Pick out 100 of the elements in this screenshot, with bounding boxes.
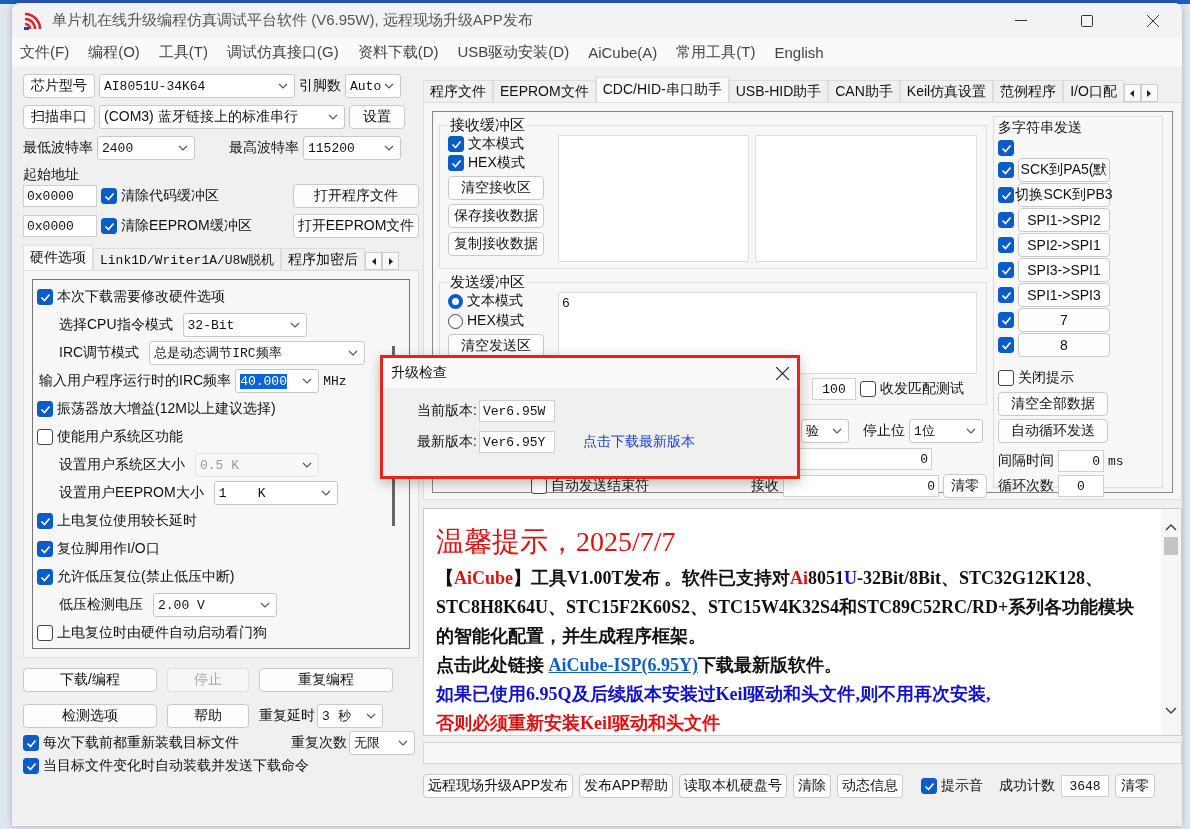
menu-item[interactable]: 工具(T) [158, 42, 208, 62]
menu-item[interactable]: 调试仿真接口(G) [227, 42, 339, 62]
button[interactable]: 扫描串口 [23, 105, 95, 129]
tab[interactable]: 程序文件 [423, 80, 493, 102]
button[interactable]: 打开EEPROM文件 [293, 214, 419, 238]
menu-item[interactable]: 编程(O) [88, 42, 140, 62]
checkbox[interactable]: 收发匹配测试 [860, 380, 964, 398]
checkbox[interactable] [998, 237, 1014, 253]
button[interactable]: 自动循环发送 [998, 419, 1108, 443]
tab[interactable]: 范例程序 [993, 80, 1064, 102]
button[interactable]: SPI1->SPI3 [1018, 283, 1110, 307]
button[interactable]: SPI1->SPI2 [1018, 208, 1110, 232]
checkbox[interactable]: HEX模式 [448, 154, 552, 172]
button[interactable]: 复制接收数据 [448, 232, 544, 256]
checkbox[interactable] [998, 187, 1014, 203]
scroll-left-icon[interactable] [365, 252, 383, 270]
dropdown[interactable]: 1 K [213, 481, 338, 505]
menu-item[interactable]: 资料下载(D) [357, 42, 439, 62]
checkbox[interactable]: 使能用户系统区功能 [37, 428, 183, 446]
button[interactable]: 8 [1018, 333, 1110, 357]
button[interactable]: 检测选项 [23, 704, 157, 728]
checkbox[interactable]: 关闭提示 [998, 369, 1074, 387]
button[interactable]: 清空接收区 [448, 176, 544, 200]
scrollbar-thumb[interactable] [1164, 537, 1178, 555]
button[interactable]: 保存接收数据 [448, 204, 544, 228]
input-field[interactable]: 0 [783, 475, 939, 497]
radio-button[interactable]: 文本模式 [448, 292, 552, 310]
scrollbar[interactable] [1161, 509, 1181, 735]
dropdown[interactable]: Auto [345, 74, 401, 98]
checkbox[interactable]: 当目标文件变化时自动装载并发送下载命令 [23, 757, 309, 775]
checkbox[interactable]: 本次下载需要修改硬件选项 [37, 288, 225, 306]
button[interactable]: SPI3->SPI1 [1018, 258, 1110, 282]
link[interactable]: AiCube-ISP(6.95Y) [548, 655, 698, 675]
link[interactable]: 点击下载最新版本 [582, 433, 695, 451]
checkbox[interactable] [998, 262, 1014, 278]
checkbox[interactable] [998, 212, 1014, 228]
checkbox[interactable]: 提示音 [921, 777, 984, 795]
button[interactable]: SPI2->SPI1 [1018, 233, 1110, 257]
dropdown[interactable]: 3 秒 [317, 704, 383, 728]
tab[interactable]: 硬件选项 [23, 245, 93, 270]
dropdown[interactable]: 2.00 V [153, 593, 277, 617]
tab[interactable]: USB-HID助手 [728, 80, 829, 102]
input-field[interactable]: 3648 [1061, 775, 1110, 797]
tab[interactable]: I/O口配 [1063, 80, 1124, 102]
checkbox[interactable] [998, 337, 1014, 353]
dropdown[interactable]: 无限 [349, 731, 415, 755]
button[interactable]: 打开程序文件 [293, 184, 419, 208]
tab[interactable]: Keil仿真设置 [899, 80, 994, 102]
input-field[interactable]: 0 [1058, 475, 1104, 497]
dropdown[interactable]: 2400 [97, 136, 195, 160]
button[interactable]: 7 [1018, 308, 1110, 332]
checkbox[interactable]: 振荡器放大增益(12M以上建议选择) [37, 400, 276, 418]
chevron-down-icon[interactable] [1165, 707, 1177, 715]
menu-item[interactable]: USB驱动安装(D) [457, 42, 570, 62]
button[interactable]: SCK到PA5(默 [1018, 158, 1110, 182]
dropdown[interactable]: 验 [801, 419, 849, 443]
menu-item[interactable]: 文件(F) [20, 42, 70, 62]
button[interactable]: 动态信息 [837, 774, 904, 798]
button[interactable]: 芯片型号 [23, 74, 95, 98]
tab[interactable]: Link1D/Writer1A/U8W脱机 [93, 248, 282, 270]
input-field[interactable]: Ver6.95W [478, 400, 555, 422]
checkbox[interactable] [998, 162, 1014, 178]
scroll-right-icon[interactable] [382, 252, 400, 270]
checkbox[interactable]: 每次下载前都重新装载目标文件 [23, 734, 239, 752]
checkbox[interactable]: 复位脚用作I/O口 [37, 540, 160, 558]
dropdown[interactable]: 40.000 [235, 369, 320, 393]
checkbox[interactable]: 上电复位使用较长延时 [37, 512, 197, 530]
checkbox[interactable] [998, 312, 1014, 328]
tab[interactable]: 程序加密后 [281, 248, 366, 270]
dropdown[interactable]: AI8051U-34K64 [99, 74, 295, 98]
checkbox[interactable]: 清除代码缓冲区 [101, 187, 219, 205]
dropdown[interactable]: (COM3) 蓝牙链接上的标准串行 [99, 105, 345, 129]
button[interactable]: 远程现场升级APP发布 [423, 774, 573, 798]
button[interactable]: 读取本机硬盘号 [679, 774, 788, 798]
button[interactable]: 清空发送区 [448, 334, 544, 358]
dropdown[interactable]: 32-Bit [182, 313, 307, 337]
close-icon[interactable] [776, 366, 789, 380]
dropdown[interactable]: 1位 [909, 419, 983, 443]
checkbox[interactable] [998, 287, 1014, 303]
checkbox[interactable]: 允许低压复位(禁止低压中断) [37, 568, 235, 586]
tab[interactable]: EEPROM文件 [493, 80, 596, 102]
button[interactable]: 清零 [943, 474, 987, 498]
checkbox[interactable]: 清除EEPROM缓冲区 [101, 217, 252, 235]
button[interactable]: 重复编程 [259, 668, 393, 692]
button[interactable]: 清零 [1115, 774, 1156, 798]
menu-item[interactable]: AiCube(A) [588, 43, 658, 61]
menu-item[interactable]: English [774, 43, 824, 61]
dropdown[interactable]: 总是动态调节IRC频率 [149, 341, 366, 365]
checkbox[interactable]: 文本模式 [448, 135, 552, 153]
input-field[interactable]: 0x0000 [23, 185, 97, 207]
button[interactable]: 设置 [349, 105, 405, 129]
chevron-up-icon[interactable] [1165, 523, 1177, 531]
checkbox[interactable]: 上电复位时由硬件自动启动看门狗 [37, 624, 267, 642]
button[interactable]: 发布APP帮助 [579, 774, 674, 798]
input-field[interactable]: 100 [812, 378, 856, 400]
radio-button[interactable]: HEX模式 [448, 312, 552, 330]
button[interactable]: 帮助 [167, 704, 249, 728]
input-field[interactable]: Ver6.95Y [478, 431, 555, 453]
button[interactable]: 下载/编程 [23, 668, 157, 692]
button[interactable]: 清除 [793, 774, 832, 798]
